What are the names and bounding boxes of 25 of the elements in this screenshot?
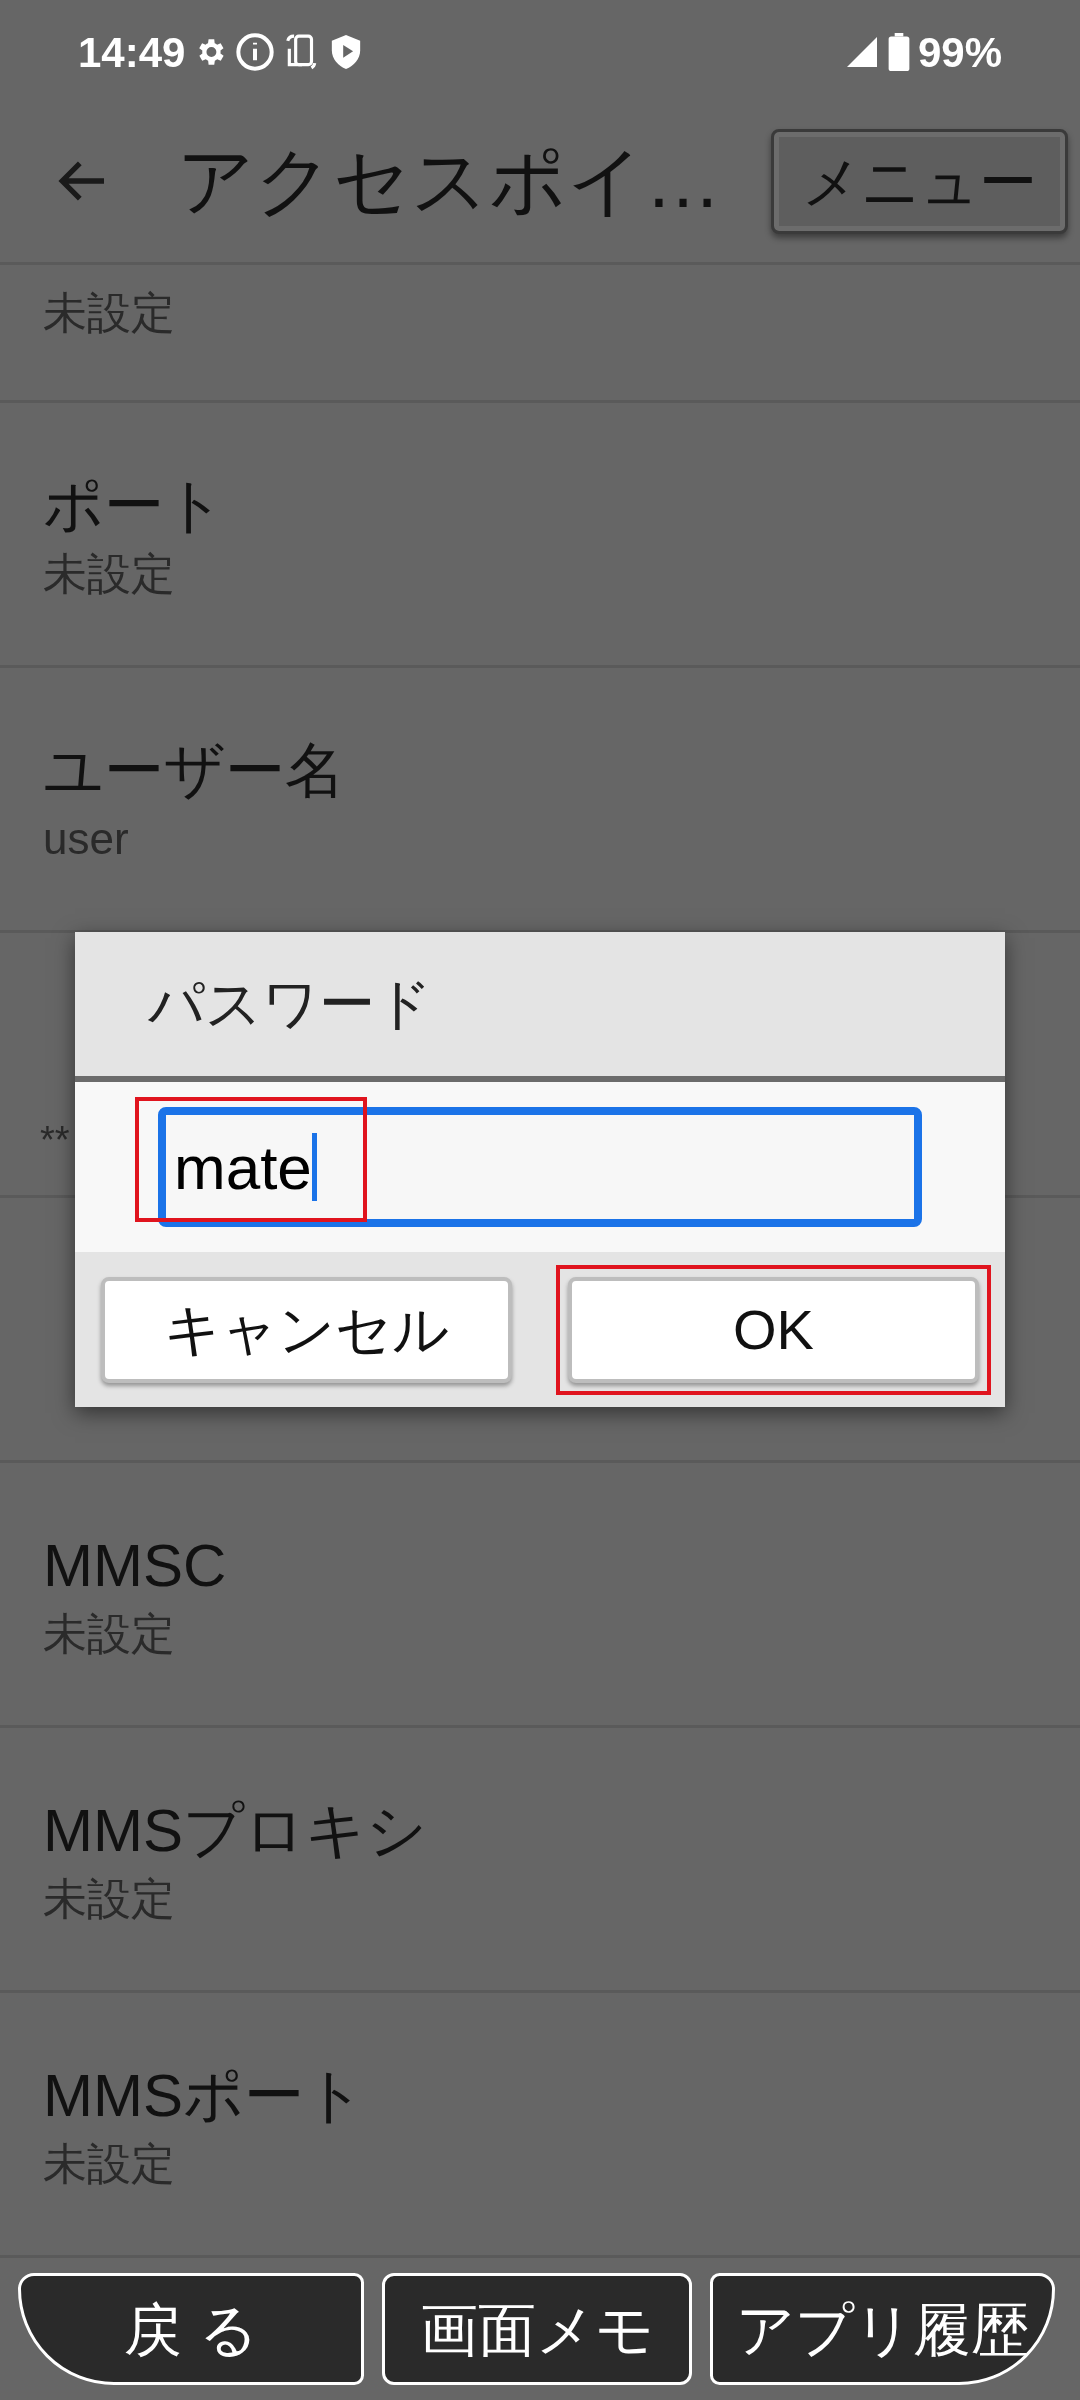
dialog-button[interactable]: OK: [568, 1276, 979, 1383]
setting-value: user: [43, 813, 130, 865]
setting-title: ポート: [43, 471, 226, 541]
setting-value: 未設定: [43, 1608, 176, 1660]
battery-percentage: 99%: [917, 27, 1002, 78]
input-field[interactable]: mate: [158, 1107, 922, 1227]
dialog-button[interactable]: キャンセル: [101, 1276, 512, 1383]
info-icon: [235, 32, 276, 72]
nav-button[interactable]: 画面メモ: [382, 2273, 692, 2385]
setting-value: 未設定: [43, 548, 176, 600]
setting-title: MMSC: [43, 1531, 228, 1601]
setting-title: ユーザー名: [43, 736, 346, 806]
setting-title: MMSポート: [43, 2061, 366, 2131]
battery-icon: [887, 33, 910, 71]
setting-value: 未設定: [43, 2138, 176, 2190]
setting-value: 未設定: [43, 287, 176, 339]
setting-value: **: [40, 1118, 70, 1163]
nav-button[interactable]: アプリ履歴: [710, 2273, 1055, 2385]
text-cursor: [311, 1133, 317, 1201]
page-title: アクセスポイ…: [177, 137, 721, 225]
dialog-title: パスワード: [148, 971, 432, 1037]
setting-title: MMSプロキシ: [43, 1796, 428, 1866]
setting-value: 未設定: [43, 1873, 176, 1925]
nav-button[interactable]: 戻 る: [18, 2273, 364, 2385]
clock: 14:49: [78, 27, 186, 78]
